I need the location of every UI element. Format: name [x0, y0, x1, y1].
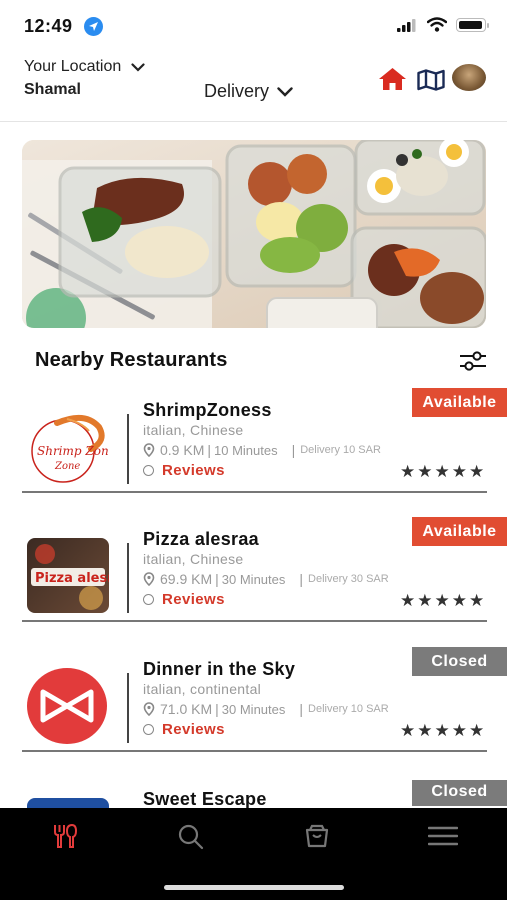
- reviews-link[interactable]: Reviews: [143, 462, 225, 479]
- distance: 0.9 KM: [160, 442, 205, 458]
- chevron-down-icon: [277, 86, 293, 97]
- circle-icon: [143, 465, 154, 476]
- delivery-time: 30 Minutes: [221, 701, 286, 717]
- delivery-mode-selector[interactable]: Delivery: [204, 81, 293, 102]
- status-badge: Closed: [412, 647, 507, 676]
- delivery-mode-label: Delivery: [204, 81, 270, 101]
- restaurant-card[interactable]: Shrimp Zone Zone ShrimpZoness italian, C…: [0, 388, 507, 516]
- rating-stars: ★★★★★: [400, 462, 487, 481]
- delivery-time: 30 Minutes: [221, 571, 286, 587]
- location-pin-icon: [143, 572, 155, 586]
- restaurant-logo: [27, 668, 107, 744]
- row-divider: [22, 750, 487, 752]
- row-divider: [22, 620, 487, 622]
- restaurant-cuisine: italian, continental: [143, 681, 262, 697]
- location-value[interactable]: Shamal: [24, 81, 81, 99]
- search-icon[interactable]: [178, 824, 204, 850]
- menu-icon[interactable]: [428, 826, 458, 846]
- restaurant-name[interactable]: ShrimpZoness: [143, 400, 272, 421]
- delivery-fee: Delivery 10 SAR: [300, 444, 381, 456]
- logo-text: Pizza alesraa: [35, 571, 109, 586]
- delivery-fee: Delivery 10 SAR: [308, 703, 389, 715]
- reviews-link[interactable]: Reviews: [143, 591, 225, 608]
- section-title: Nearby Restaurants: [35, 349, 228, 371]
- battery-icon: [456, 18, 489, 32]
- rating-stars: ★★★★★: [400, 591, 487, 610]
- location-pin-icon: [143, 443, 155, 457]
- divider-vertical: [127, 414, 129, 484]
- restaurant-logo: [27, 798, 109, 808]
- row-divider: [22, 491, 487, 493]
- restaurant-card[interactable]: Pizza alesraa Pizza alesraa italian, Chi…: [0, 517, 507, 645]
- restaurant-name[interactable]: Dinner in the Sky: [143, 659, 295, 680]
- location-arrow-icon: [84, 17, 103, 36]
- location-label: Your Location: [24, 58, 122, 75]
- restaurant-name[interactable]: Sweet Escape: [143, 789, 267, 808]
- restaurant-meta: 71.0 KM | 30 Minutes | Delivery 10 SAR: [143, 701, 389, 717]
- profile-avatar[interactable]: [452, 64, 486, 91]
- filter-icon[interactable]: [459, 350, 487, 372]
- restaurant-cuisine: italian, Chinese: [143, 551, 244, 567]
- distance: 69.9 KM: [160, 571, 213, 587]
- delivery-fee: Delivery 30 SAR: [308, 573, 389, 585]
- signal-icon: [397, 19, 416, 32]
- logo-text: Shrimp Zone: [37, 444, 109, 458]
- reviews-label: Reviews: [162, 462, 225, 479]
- restaurant-card[interactable]: Dinner in the Sky italian, continental 7…: [0, 647, 507, 775]
- restaurant-card[interactable]: Sweet Escape Closed: [0, 780, 507, 808]
- rating-stars: ★★★★★: [400, 721, 487, 740]
- reviews-label: Reviews: [162, 721, 225, 738]
- home-indicator: [164, 885, 344, 890]
- circle-icon: [143, 724, 154, 735]
- restaurant-name[interactable]: Pizza alesraa: [143, 529, 259, 550]
- location-selector[interactable]: Your Location: [24, 58, 145, 76]
- reviews-link[interactable]: Reviews: [143, 721, 225, 738]
- food-banner-image: [22, 140, 486, 328]
- chevron-down-icon: [131, 62, 145, 72]
- status-badge: Closed: [412, 780, 507, 806]
- home-icon[interactable]: [378, 67, 407, 91]
- restaurant-meta: 69.9 KM | 30 Minutes | Delivery 30 SAR: [143, 571, 389, 587]
- status-time: 12:49: [24, 16, 73, 36]
- divider-vertical: [127, 673, 129, 743]
- svg-text:Zone: Zone: [54, 461, 80, 472]
- delivery-time: 10 Minutes: [214, 442, 278, 458]
- restaurant-logo: Shrimp Zone Zone: [27, 409, 109, 484]
- reviews-label: Reviews: [162, 591, 225, 608]
- status-bar: 12:49: [0, 0, 507, 50]
- bottom-tab-bar: [0, 808, 507, 900]
- restaurant-cuisine: italian, Chinese: [143, 422, 244, 438]
- app-header: Your Location Shamal Delivery: [0, 50, 507, 122]
- map-icon[interactable]: [417, 69, 445, 91]
- distance: 71.0 KM: [160, 701, 213, 717]
- restaurants-icon[interactable]: [52, 824, 78, 848]
- status-badge: Available: [412, 388, 507, 417]
- divider-vertical: [127, 543, 129, 613]
- wifi-icon: [427, 17, 447, 32]
- status-badge: Available: [412, 517, 507, 546]
- cart-icon[interactable]: [304, 824, 330, 848]
- restaurant-logo: Pizza alesraa: [27, 538, 109, 613]
- circle-icon: [143, 594, 154, 605]
- location-pin-icon: [143, 702, 155, 716]
- restaurant-meta: 0.9 KM | 10 Minutes | Delivery 10 SAR: [143, 442, 381, 458]
- promo-banner[interactable]: [22, 140, 486, 328]
